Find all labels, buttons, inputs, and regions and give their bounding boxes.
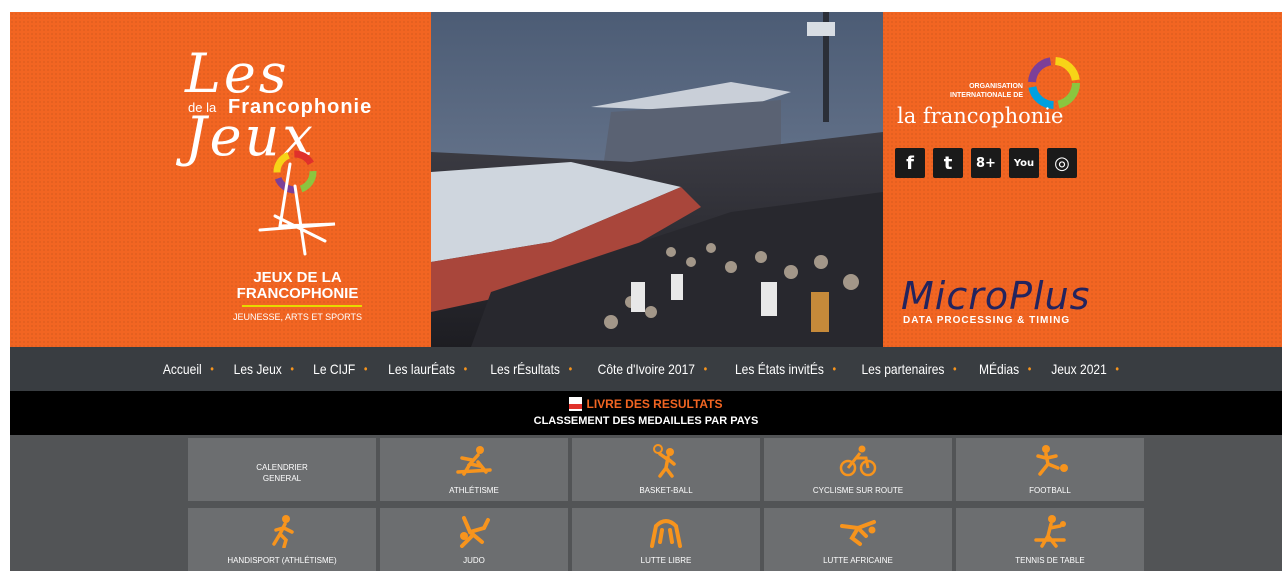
livre-des-resultats-label: LIVRE DES RESULTATS (586, 397, 723, 411)
tile-label: JUDO (463, 556, 485, 565)
games-logo-panel[interactable]: Les Jeux de la Francophonie JEUX DE LA F… (10, 12, 431, 347)
football-icon (1036, 445, 1068, 476)
tile-calendrier-general[interactable]: CALENDRIER GENERAL (188, 438, 376, 501)
nav-separator: • (568, 362, 573, 376)
cycling-icon (839, 445, 877, 477)
handisport-icon (272, 515, 294, 548)
nav-item-les-etats-invites[interactable]: Les États invitÉs • (735, 361, 845, 377)
tile-basket-ball[interactable]: BASKET-BALL (572, 438, 760, 501)
tile-label: LUTTE AFRICAINE (823, 556, 893, 565)
nav-item-les-resultats[interactable]: Les rÉsultats • (490, 361, 580, 377)
header-banner: Les Jeux de la Francophonie JEUX DE LA F… (10, 12, 1282, 347)
games-divider (242, 305, 362, 307)
nav-label: Les États invitÉs (734, 361, 824, 377)
nav-separator: • (1115, 362, 1119, 376)
nav-label: MÉdias (979, 361, 1020, 377)
nav-item-accueil[interactable]: Accueil • (163, 361, 223, 377)
tile-label: ATHLÉTISME (449, 486, 499, 495)
nav-separator: • (289, 362, 294, 376)
nav-separator: • (1027, 362, 1032, 376)
judo-icon (460, 516, 490, 548)
googleplus-icon[interactable]: 8+ (971, 148, 1001, 178)
nav-label: Accueil (163, 361, 202, 377)
instagram-icon[interactable]: ◎ (1047, 148, 1077, 178)
microplus-tagline: DATA PROCESSING & TIMING (903, 315, 1071, 326)
african-wrestling-icon (840, 520, 876, 546)
oif-label-small: ORGANISATION INTERNATIONALE DE (950, 83, 1023, 99)
tile-lutte-africaine[interactable]: LUTTE AFRICAINE (764, 508, 952, 571)
tile-football[interactable]: FOOTBALL (956, 438, 1144, 501)
tile-label: BASKET-BALL (639, 486, 693, 495)
nav-separator: • (463, 362, 468, 376)
basketball-icon (653, 444, 676, 478)
stadium-photo (431, 12, 883, 347)
tile-label: LUTTE LIBRE (640, 556, 692, 565)
main-navigation: Accueil • Les Jeux • Le CIJF • Les laurÉats… (10, 347, 1282, 391)
games-tagline: JEUNESSE, ARTS ET SPORTS (232, 312, 363, 322)
games-name: JEUX DE LA FRANCOPHONIE (236, 269, 359, 302)
nav-label: Les laurÉats (388, 361, 456, 377)
tile-cyclisme-sur-route[interactable]: CYCLISME SUR ROUTE (764, 438, 952, 501)
nav-label: Côte d'Ivoire 2017 (597, 361, 696, 377)
twitter-icon[interactable]: t (933, 148, 963, 178)
tile-handisport-athletisme[interactable]: HANDISPORT (ATHLÉTISME) (188, 508, 376, 571)
nav-separator: • (363, 362, 368, 376)
results-bar: LIVRE DES RESULTATS CLASSEMENT DES MEDAI… (10, 391, 1282, 435)
games-title-brand: Francophonie (228, 96, 373, 118)
youtube-icon[interactable]: You (1009, 148, 1039, 178)
nav-separator: • (210, 362, 215, 376)
facebook-icon[interactable]: f (895, 148, 925, 178)
sports-grid: CALENDRIER GENERAL ATHLÉTISME BASKET-BAL… (10, 435, 1282, 571)
partners-panel: ORGANISATION INTERNATIONALE DE la franco… (883, 12, 1282, 347)
pdf-icon (569, 397, 583, 411)
games-title-prefix: de la (188, 100, 217, 115)
nav-item-medias[interactable]: MÉdias • (979, 361, 1040, 377)
tile-label: CYCLISME SUR ROUTE (812, 486, 904, 495)
nav-separator: • (703, 362, 708, 376)
nav-separator: • (832, 362, 836, 376)
tile-label: TENNIS DE TABLE (1015, 556, 1085, 565)
tile-athletisme[interactable]: ATHLÉTISME (380, 438, 568, 501)
nav-label: Jeux 2021 (1051, 361, 1107, 377)
nav-item-les-jeux[interactable]: Les Jeux • (233, 361, 302, 377)
nav-item-le-cijf[interactable]: Le CIJF • (313, 361, 376, 377)
tile-judo[interactable]: JUDO (380, 508, 568, 571)
oif-name[interactable]: la francophonie (897, 104, 1063, 128)
nav-separator: • (953, 362, 957, 376)
table-tennis-icon (1034, 515, 1066, 548)
nav-item-les-partenaires[interactable]: Les partenaires • (862, 361, 966, 377)
stadium-image (431, 12, 883, 347)
tile-tennis-de-table[interactable]: TENNIS DE TABLE (956, 508, 1144, 571)
tile-label: FOOTBALL (1029, 486, 1071, 495)
nav-label: Les rÉsultats (490, 361, 561, 377)
freestyle-wrestling-icon (650, 519, 682, 548)
nav-label: Les partenaires (861, 361, 945, 377)
medal-table-link[interactable]: CLASSEMENT DES MEDAILLES PAR PAYS (10, 415, 1282, 427)
nav-item-les-laureats[interactable]: Les laurÉats • (388, 361, 476, 377)
tile-label: CALENDRIER GENERAL (256, 463, 308, 483)
nav-item-jeux-2021[interactable]: Jeux 2021 • (1051, 361, 1127, 377)
nav-item-cote-divoire-2017[interactable]: Côte d'Ivoire 2017 • (598, 361, 716, 377)
nav-label: Les Jeux (233, 361, 282, 377)
livre-des-resultats-link[interactable]: LIVRE DES RESULTATS (10, 397, 1282, 411)
nav-label: Le CIJF (312, 361, 356, 377)
athletics-icon (456, 446, 492, 476)
social-links: f t 8+ You ◎ (895, 148, 1077, 178)
microplus-logo[interactable]: MicroPlus (901, 274, 1090, 318)
games-emblem-icon (258, 150, 336, 256)
tile-label: HANDISPORT (ATHLÉTISME) (227, 556, 337, 565)
tile-lutte-libre[interactable]: LUTTE LIBRE (572, 508, 760, 571)
